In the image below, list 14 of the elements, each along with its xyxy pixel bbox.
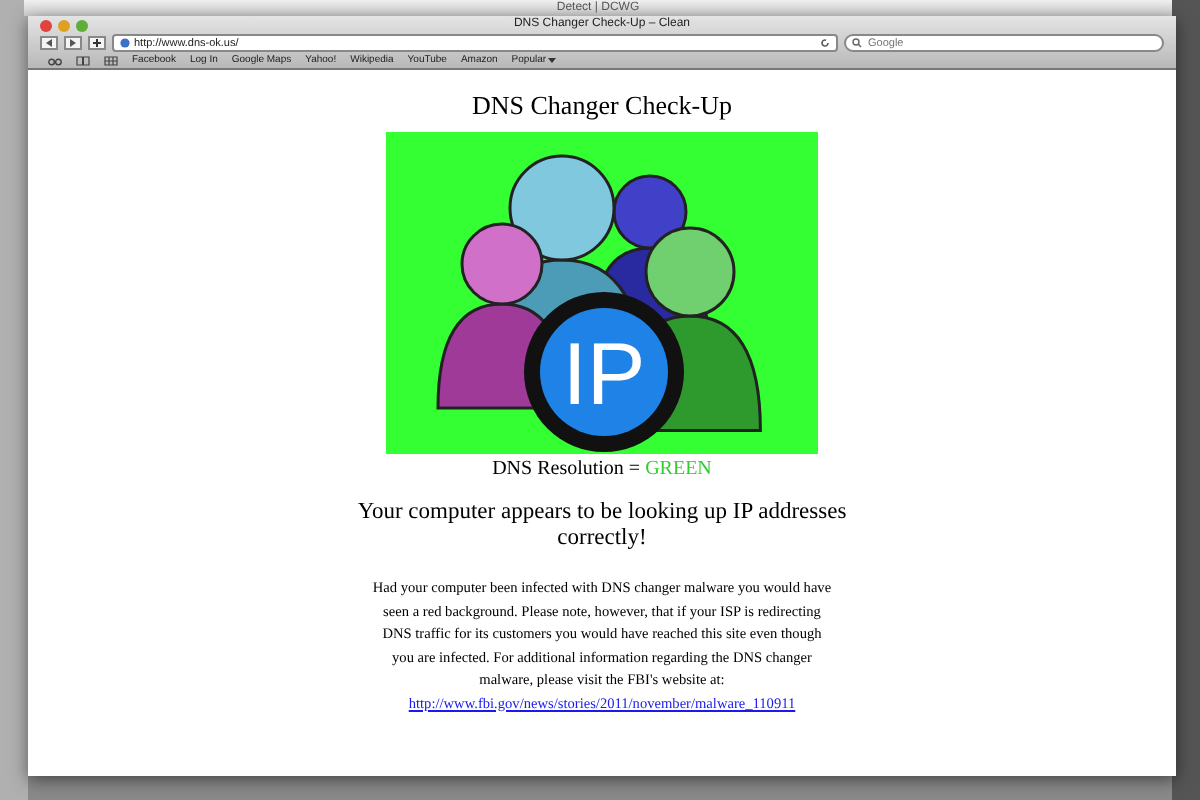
status-message: Your computer appears to be looking up IP addresses correctly! [355,500,849,552]
reload-icon[interactable] [820,38,830,48]
add-bookmark-button[interactable] [88,36,106,50]
dns-result: DNS Resolution = GREEN [492,458,712,480]
back-button[interactable] [40,36,58,50]
forward-button[interactable] [64,36,82,50]
grid-icon[interactable] [104,55,118,65]
search-icon [852,38,864,48]
globe-icon [120,38,130,48]
caret-icon [548,56,557,64]
page-heading: DNS Changer Check-Up [472,90,732,122]
close-button[interactable] [40,19,52,31]
ip-label: IP [562,326,646,424]
glasses-icon[interactable] [48,55,62,65]
